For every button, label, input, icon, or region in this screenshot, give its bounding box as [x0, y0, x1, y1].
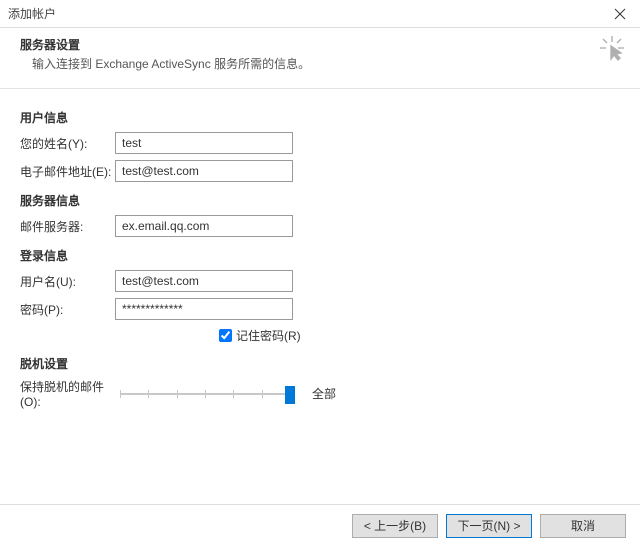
username-label: 用户名(U): [20, 273, 115, 290]
header: 服务器设置 输入连接到 Exchange ActiveSync 服务所需的信息。 [0, 28, 640, 84]
section-login-info: 登录信息 [20, 247, 620, 264]
next-button[interactable]: 下一页(N) > [446, 514, 532, 538]
slider-value-label: 全部 [312, 385, 336, 402]
row-server: 邮件服务器: [20, 215, 620, 237]
row-username: 用户名(U): [20, 270, 620, 292]
row-email: 电子邮件地址(E): [20, 160, 620, 182]
offline-slider[interactable] [120, 384, 290, 404]
row-name: 您的姓名(Y): [20, 132, 620, 154]
content: 用户信息 您的姓名(Y): 电子邮件地址(E): 服务器信息 邮件服务器: 登录… [0, 89, 640, 409]
cursor-click-icon [598, 34, 626, 62]
section-server-info: 服务器信息 [20, 192, 620, 209]
back-button[interactable]: < 上一步(B) [352, 514, 438, 538]
name-input[interactable] [115, 132, 293, 154]
username-input[interactable] [115, 270, 293, 292]
footer: < 上一步(B) 下一页(N) > 取消 [0, 504, 640, 546]
password-label: 密码(P): [20, 301, 115, 318]
titlebar: 添加帐户 [0, 0, 640, 28]
remember-password-checkbox[interactable] [219, 329, 232, 342]
server-input[interactable] [115, 215, 293, 237]
row-remember: 记住密码(R) [215, 326, 620, 345]
section-user-info: 用户信息 [20, 109, 620, 126]
email-label: 电子邮件地址(E): [20, 163, 115, 180]
name-label: 您的姓名(Y): [20, 135, 115, 152]
row-password: 密码(P): [20, 298, 620, 320]
slider-track-line [120, 393, 290, 395]
close-button[interactable] [600, 0, 640, 28]
email-input[interactable] [115, 160, 293, 182]
cancel-button[interactable]: 取消 [540, 514, 626, 538]
slider-thumb[interactable] [285, 386, 295, 404]
password-input[interactable] [115, 298, 293, 320]
row-offline-slider: 保持脱机的邮件(O): 全部 [20, 378, 620, 409]
window-title: 添加帐户 [8, 5, 56, 22]
server-label: 邮件服务器: [20, 218, 115, 235]
header-title: 服务器设置 [20, 36, 620, 53]
header-subtitle: 输入连接到 Exchange ActiveSync 服务所需的信息。 [20, 55, 620, 72]
section-offline: 脱机设置 [20, 355, 620, 372]
close-icon [614, 8, 626, 20]
remember-password-label: 记住密码(R) [236, 327, 301, 344]
offline-label: 保持脱机的邮件(O): [20, 378, 120, 409]
